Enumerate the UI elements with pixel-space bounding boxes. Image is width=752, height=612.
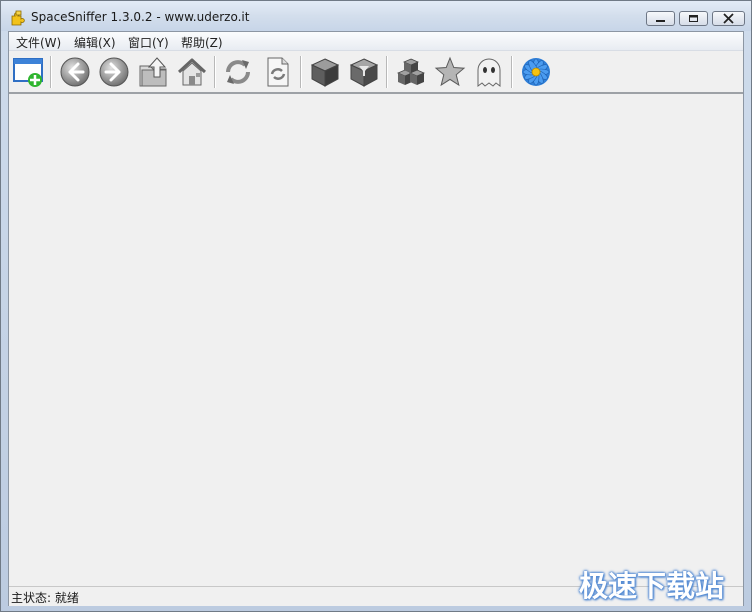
- toolbar: [9, 51, 743, 92]
- new-window-plus-icon[interactable]: [11, 54, 45, 90]
- menu-window[interactable]: 窗口(Y): [128, 34, 169, 51]
- toolbar-separator: [386, 56, 387, 88]
- settings-flower-icon[interactable]: [519, 54, 553, 90]
- window-title: SpaceSniffer 1.3.0.2 - www.uderzo.it: [31, 10, 250, 24]
- star-icon[interactable]: [433, 54, 467, 90]
- refresh-document-icon[interactable]: [261, 54, 295, 90]
- menu-file[interactable]: 文件(W): [16, 34, 61, 51]
- refresh-icon[interactable]: [221, 54, 255, 90]
- toolbar-separator: [511, 56, 512, 88]
- minimize-button[interactable]: [646, 11, 675, 26]
- cube-icon[interactable]: [308, 54, 342, 90]
- puzzle-icon: [10, 10, 26, 26]
- back-arrow-icon[interactable]: [58, 54, 92, 90]
- close-button[interactable]: [712, 11, 745, 26]
- toolbar-separator: [50, 56, 51, 88]
- home-icon[interactable]: [175, 54, 209, 90]
- cubes-icon[interactable]: [394, 54, 428, 90]
- treemap-view[interactable]: [9, 92, 743, 587]
- ghost-icon[interactable]: [472, 54, 506, 90]
- maximize-button[interactable]: [679, 11, 708, 26]
- watermark-text: 极速下载站: [579, 569, 725, 603]
- toolbar-separator: [300, 56, 301, 88]
- folder-up-icon[interactable]: [137, 54, 171, 90]
- menu-bar: 文件(W) 编辑(X) 窗口(Y) 帮助(Z): [9, 32, 743, 51]
- title-bar[interactable]: SpaceSniffer 1.3.0.2 - www.uderzo.it: [1, 1, 751, 31]
- cube-filter-icon[interactable]: [347, 54, 381, 90]
- menu-help[interactable]: 帮助(Z): [181, 34, 223, 51]
- menu-edit[interactable]: 编辑(X): [74, 34, 116, 51]
- forward-arrow-icon[interactable]: [97, 54, 131, 90]
- toolbar-separator: [214, 56, 215, 88]
- status-text: 主状态: 就绪: [11, 591, 79, 605]
- client-area: 文件(W) 编辑(X) 窗口(Y) 帮助(Z) 主状态: 就绪: [8, 31, 744, 606]
- app-window: SpaceSniffer 1.3.0.2 - www.uderzo.it 文件(…: [0, 0, 752, 612]
